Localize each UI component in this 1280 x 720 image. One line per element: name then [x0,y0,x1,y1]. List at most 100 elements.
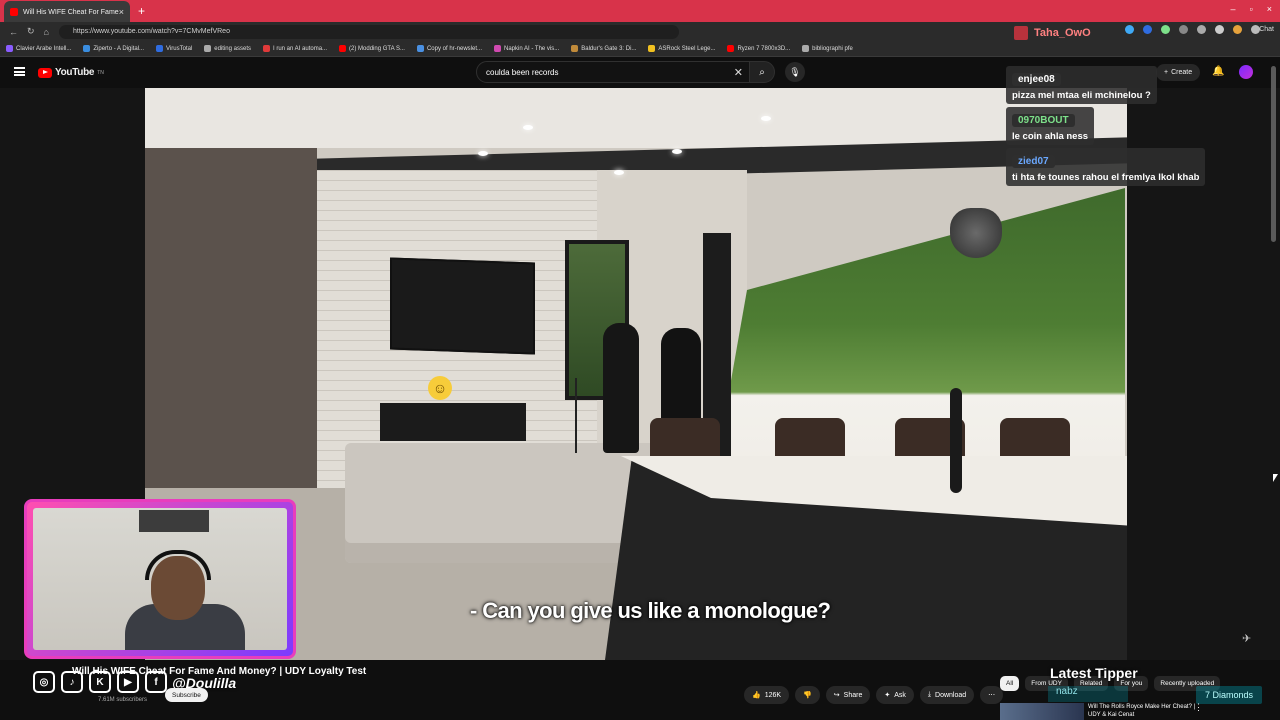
back-icon[interactable]: ← [9,27,18,37]
browser-tab[interactable]: Will His WIFE Cheat For Fame × [4,1,130,23]
bookmark-favicon-icon [416,45,424,52]
bookmark-label: Baldur's Gate 3: Di... [581,45,637,52]
tab-close-icon[interactable]: × [119,7,124,17]
search-value: coulda been records [486,67,559,77]
bookmark-item[interactable]: bibliographi pfe [802,45,853,52]
chat-username: enjee08 [1012,73,1061,86]
extension-icon[interactable] [1125,25,1134,34]
star-icon[interactable] [1215,25,1224,34]
webcam-poster [139,510,209,532]
bookmark-label: Ziperto - A Digital... [93,45,145,52]
bookmark-label: Copy of hr-newslet... [426,45,482,52]
scene-ceiling [145,88,1127,148]
youtube-logo[interactable]: YouTube TN [38,67,104,78]
profile-icon[interactable] [1233,25,1242,34]
tipper-name: nabz [1048,686,1128,702]
bookmark-favicon-icon [263,45,270,52]
recommended-title[interactable]: Will The Rolls Royce Make Her Cheat? | U… [1088,703,1198,720]
bookmark-item[interactable]: I run an AI automa... [263,45,327,52]
extension-icon[interactable] [1179,25,1188,34]
bookmark-item[interactable]: Napkin AI - The vis... [494,45,559,52]
scene-pendant-lamp [950,208,1002,258]
bookmark-label: Napkin AI - The vis... [504,45,560,52]
bookmark-item[interactable]: Ryzen 7 7800x3D... [727,45,790,52]
window-close-icon[interactable]: × [1267,4,1272,14]
youtube-favicon-icon [10,8,18,16]
latest-tipper-label: Latest Tipper [1050,665,1138,681]
chat-message: 0970BOUT le coin ahla ness [1006,107,1095,145]
more-icon: ⋯ [988,692,996,699]
youtube-icon[interactable]: ▶ [117,671,139,693]
recommended-more-icon[interactable]: ⋮ [1194,702,1203,713]
minimize-icon[interactable]: – [1231,4,1236,14]
maximize-icon[interactable]: ▫ [1250,4,1253,14]
download-label: Download [935,691,967,699]
like-button[interactable]: 👍 126K [744,686,790,704]
kick-icon[interactable]: K [89,671,111,693]
chat-text: ti hta fe tounes rahou el fremlya lkol k… [1012,172,1200,183]
puzzle-icon[interactable] [1197,25,1206,34]
bookmark-label: (2) Modding GTA S... [349,45,405,52]
logo-country: TN [97,69,104,76]
chat-username: 0970BOUT [1012,114,1075,127]
host-name: Taha_OwO [1034,27,1091,39]
extension-icon[interactable] [1161,25,1170,34]
chat-message: zied07 ti hta fe tounes rahou el fremlya … [1006,148,1206,186]
scene-tv [390,257,535,355]
webcam-frame [24,499,296,659]
watermark-icon: ✈ [1242,633,1252,645]
bookmark-favicon-icon [204,45,212,52]
facebook-icon[interactable]: f [145,671,167,693]
bookmark-item[interactable]: (2) Modding GTA S... [339,45,405,52]
search-button[interactable]: ⌕ [749,61,775,83]
filter-chip[interactable]: All [1000,676,1020,691]
download-button[interactable]: ⤓ Download [919,686,975,704]
bookmark-favicon-icon [571,45,579,52]
logo-text: YouTube [55,67,95,78]
create-button[interactable]: + Create [1156,64,1201,81]
share-label: Share [843,691,863,699]
bookmark-item[interactable]: ASRock Steel Lege... [648,45,715,52]
bookmark-item[interactable]: Clavier Arabe Intell... [6,45,71,52]
reload-icon[interactable]: ↻ [27,26,35,37]
scene-faucet [950,388,962,493]
voice-search-button[interactable]: 🎙 [785,62,805,82]
recommended-thumbnail[interactable] [1000,703,1084,720]
bookmark-favicon-icon [156,45,164,52]
subscribe-button[interactable]: Subscribe [165,688,208,702]
hamburger-menu-icon[interactable] [14,67,25,76]
create-label: Create [1171,69,1193,76]
share-button[interactable]: ↪ Share [825,686,871,704]
clear-search-icon[interactable]: ✕ [734,66,743,79]
bookmark-item[interactable]: VirusTotal [156,45,192,52]
home-icon[interactable]: ⌂ [44,27,49,37]
instagram-icon[interactable]: ◎ [33,671,55,693]
chat-text: le coin ahla ness [1012,131,1089,142]
bookmark-label: VirusTotal [166,45,193,52]
url-field[interactable]: https://www.youtube.com/watch?v=7CMvMefV… [58,24,679,39]
headset-icon [145,550,211,580]
tiktok-icon[interactable]: ♪ [61,671,83,693]
new-tab-icon[interactable]: + [138,4,145,18]
bookmark-label: Ryzen 7 7800x3D... [737,45,791,52]
account-avatar[interactable] [1239,65,1253,79]
chat-button[interactable]: Chat [1259,26,1274,33]
ask-button[interactable]: ✦ Ask [876,686,914,704]
page-scrollbar[interactable] [1271,66,1276,242]
search-input[interactable]: coulda been records ✕ [476,61,750,83]
scene-light [478,151,488,156]
bookmark-item[interactable]: editing assets [204,45,251,52]
sparkle-icon: ✦ [884,692,891,699]
dislike-button[interactable]: 👎 [795,686,820,704]
notifications-bell-icon[interactable]: 🔔 [1212,66,1224,77]
host-avatar [1014,26,1028,40]
chat-message: enjee08 pizza mel mtaa eli mchinelou ? [1006,66,1157,104]
extension-icon[interactable] [1143,25,1152,34]
scene-light [672,149,682,154]
smiley-face-icon: ☺ [428,376,452,400]
extensions-tray [1125,25,1260,34]
bookmark-item[interactable]: Ziperto - A Digital... [83,45,144,52]
bookmark-item[interactable]: Baldur's Gate 3: Di... [571,45,636,52]
bookmark-item[interactable]: Copy of hr-newslet... [416,45,482,52]
mouse-cursor-icon [1273,474,1278,482]
